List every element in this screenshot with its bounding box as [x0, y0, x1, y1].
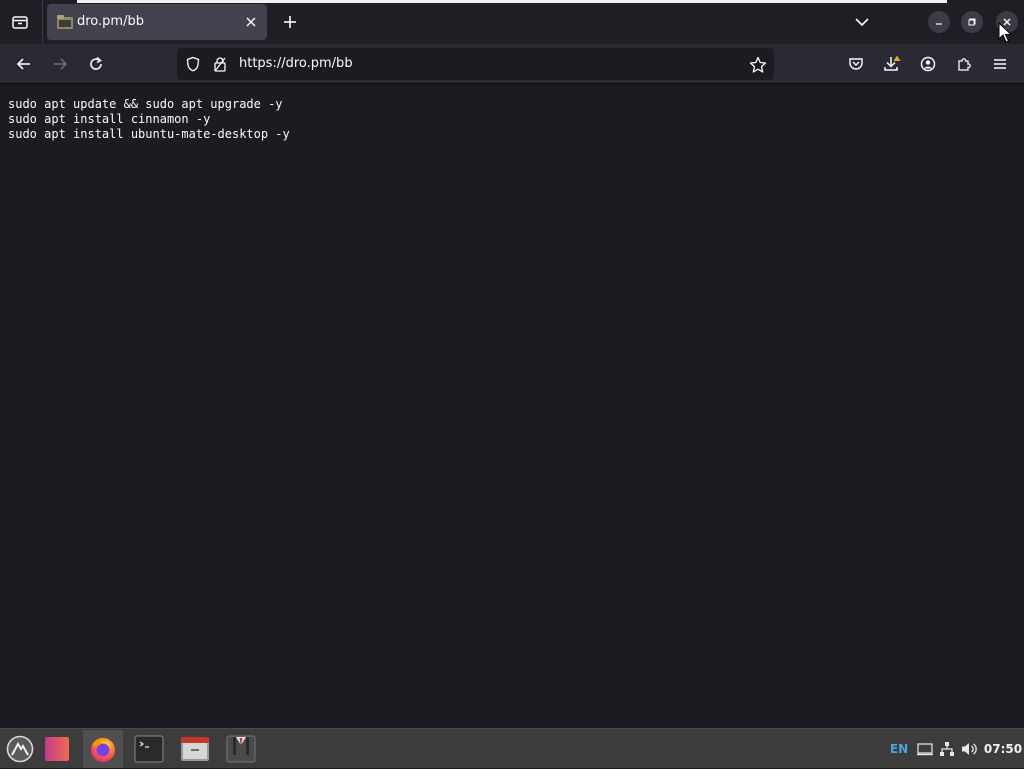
taskbar-terminal[interactable]	[129, 730, 169, 768]
taskbar: EN 07:50	[0, 728, 1024, 768]
file-manager-icon	[181, 737, 209, 761]
display-tray[interactable]	[915, 729, 935, 769]
taskbar-app-launcher[interactable]	[37, 730, 77, 768]
text-line: sudo apt install ubuntu-mate-desktop -y	[8, 127, 290, 141]
navigation-toolbar: https://dro.pm/bb	[0, 44, 1024, 84]
shield-icon	[186, 56, 200, 72]
url-text: https://dro.pm/bb	[239, 56, 353, 71]
pocket-button[interactable]	[840, 48, 872, 80]
terminal-icon	[134, 735, 164, 763]
arrow-left-icon	[16, 58, 30, 70]
downloads-button[interactable]	[876, 48, 908, 80]
star-icon	[749, 56, 767, 73]
site-info-button[interactable]	[212, 56, 228, 72]
tab-close-button[interactable]	[243, 14, 259, 30]
text-line: sudo apt install cinnamon -y	[8, 112, 211, 126]
hamburger-menu-icon	[994, 59, 1006, 69]
tab-drag-highlight	[77, 0, 947, 3]
keyboard-layout-indicator[interactable]: EN	[886, 729, 912, 769]
restore-button[interactable]	[961, 11, 983, 33]
bookmark-button[interactable]	[749, 56, 767, 74]
arrow-right-icon	[54, 58, 68, 70]
page-content: sudo apt update && sudo apt upgrade -y su…	[0, 85, 1024, 728]
taskbar-file-manager[interactable]	[175, 730, 215, 768]
tab-title: dro.pm/bb	[77, 14, 144, 29]
firefox-view-button[interactable]	[4, 6, 36, 38]
back-button[interactable]	[8, 48, 40, 80]
tab-strip: dro.pm/bb	[0, 0, 1024, 44]
account-button[interactable]	[912, 48, 944, 80]
plain-text-content: sudo apt update && sudo apt upgrade -y su…	[8, 97, 290, 142]
language-label: EN	[889, 742, 909, 756]
app-menu-button[interactable]	[984, 48, 1016, 80]
plus-icon	[284, 16, 296, 28]
firefox-icon	[91, 737, 115, 762]
tab-active[interactable]: dro.pm/bb	[47, 4, 267, 40]
tracking-protection-button[interactable]	[185, 56, 201, 72]
minimize-button[interactable]	[928, 11, 950, 33]
text-line: sudo apt update && sudo apt upgrade -y	[8, 97, 283, 111]
puzzle-icon	[958, 58, 971, 71]
tab-separator	[42, 0, 43, 44]
taskbar-firefox[interactable]	[83, 730, 123, 768]
display-icon	[917, 743, 933, 756]
reload-icon	[90, 56, 102, 70]
new-tab-button[interactable]	[278, 10, 302, 34]
extensions-button[interactable]	[948, 48, 980, 80]
minimize-icon	[936, 23, 942, 25]
taskbar-password-manager[interactable]	[221, 730, 261, 768]
start-menu-button[interactable]	[0, 730, 40, 768]
clock-time: 07:50	[983, 742, 1023, 756]
list-all-tabs-button[interactable]	[850, 10, 874, 34]
app-launcher-icon	[45, 737, 69, 761]
volume-icon	[962, 743, 977, 755]
reload-button[interactable]	[80, 48, 112, 80]
forward-button[interactable]	[44, 48, 76, 80]
account-icon	[920, 56, 936, 72]
password-manager-icon	[226, 735, 256, 763]
pocket-icon	[849, 58, 863, 70]
mouse-cursor-icon	[998, 22, 1012, 43]
restore-icon	[968, 18, 976, 26]
browser-window: dro.pm/bb https://dro.pm/bb sudo apt upd…	[0, 0, 1024, 728]
network-icon	[940, 742, 954, 756]
close-icon	[246, 17, 256, 27]
tab-list-icon	[12, 16, 28, 29]
chevron-down-icon	[855, 18, 869, 27]
download-icon	[884, 55, 901, 71]
volume-tray[interactable]	[959, 729, 981, 769]
network-tray[interactable]	[937, 729, 957, 769]
folder-icon	[57, 15, 73, 29]
url-bar[interactable]: https://dro.pm/bb	[177, 48, 774, 80]
mountain-logo-icon	[6, 735, 34, 763]
lock-icon	[214, 57, 226, 72]
clock[interactable]: 07:50	[983, 729, 1023, 769]
